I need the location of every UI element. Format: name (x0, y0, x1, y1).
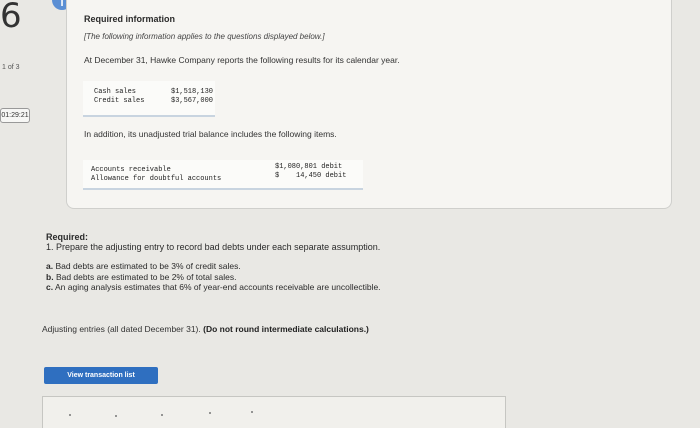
adjusting-bold-note: (Do not round intermediate calculations.… (203, 324, 369, 334)
adjusting-instructions: Adjusting entries (all dated December 31… (42, 324, 369, 334)
table-label: Allowance for doubtful accounts (91, 175, 222, 183)
panel-title: Required information (84, 14, 176, 24)
journal-entry-area[interactable] (42, 396, 506, 428)
assumption-item: c. An aging analysis estimates that 6% o… (46, 282, 646, 293)
panel-intro: At December 31, Hawke Company reports th… (84, 55, 400, 65)
adjusting-text: Adjusting entries (all dated December 31… (42, 324, 201, 334)
table-value: $3,567,000 (171, 97, 214, 105)
balance-intro: In addition, its unadjusted trial balanc… (84, 129, 337, 139)
item-text: Bad debts are estimated to be 2% of tota… (55, 271, 237, 282)
required-information-panel: Required information [The following info… (66, 0, 672, 209)
timer: 01:29:21 (0, 108, 30, 123)
item-letter: c. (46, 282, 54, 292)
dot (251, 411, 253, 413)
table-label: Cash sales (94, 88, 137, 96)
dot (209, 412, 211, 414)
dot (161, 414, 163, 416)
required-task: 1. Prepare the adjusting entry to record… (46, 242, 381, 252)
assumption-item: b. Bad debts are estimated to be 2% of t… (46, 272, 646, 283)
item-text: Bad debts are estimated to be 3% of cred… (55, 261, 241, 271)
required-section: Required: 1. Prepare the adjusting entry… (46, 232, 646, 293)
required-heading: Required: (46, 232, 89, 242)
table-label: Credit sales (94, 97, 145, 105)
dot (115, 415, 117, 417)
view-transaction-list-button[interactable]: View transaction list (44, 367, 158, 384)
table-value: $ 14,450 debit (275, 172, 347, 180)
panel-note: [The following information applies to th… (84, 32, 325, 41)
dot (69, 414, 71, 416)
question-number: 6 (0, 0, 22, 36)
item-letter: b. (46, 271, 54, 282)
item-letter: a. (46, 261, 54, 271)
table-label: Accounts receivable (91, 166, 171, 174)
assumption-item: a. Bad debts are estimated to be 3% of c… (46, 261, 646, 272)
sales-table: Cash sales $1,518,130 Credit sales $3,56… (83, 81, 215, 117)
table-value: $1,518,130 (171, 88, 214, 96)
page-count: 1 of 3 (2, 64, 20, 71)
trial-balance-table: Accounts receivable $1,080,801 debit All… (83, 160, 363, 190)
item-text: An aging analysis estimates that 6% of y… (55, 282, 381, 292)
table-value: $1,080,801 debit (275, 163, 343, 171)
